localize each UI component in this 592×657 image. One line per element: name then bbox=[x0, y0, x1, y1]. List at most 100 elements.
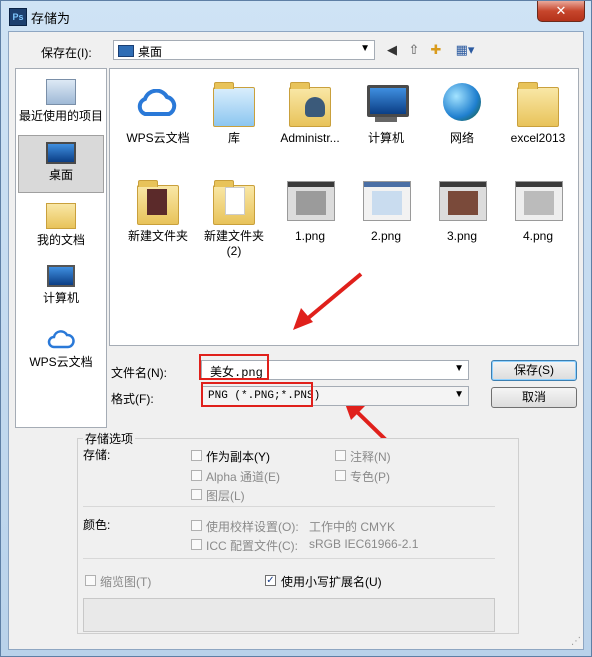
new-folder-icon[interactable]: ✚ bbox=[427, 41, 445, 59]
lowercase-ext-checkbox[interactable]: ✓ bbox=[265, 575, 276, 586]
file-name: 3.png bbox=[446, 229, 478, 243]
annotations-label: 注释(N) bbox=[350, 450, 391, 464]
close-button[interactable]: ✕ bbox=[537, 1, 585, 22]
folder-icon bbox=[209, 179, 259, 225]
wps-cloud-icon bbox=[133, 81, 183, 127]
dialog-body: 保存在(I): 桌面 ▼ ◀ ⇧ ✚ ▦▾ 最近使用的项目 桌面 我的文档 计算… bbox=[8, 31, 584, 650]
file-item[interactable]: WPS云文档 bbox=[120, 75, 196, 165]
wps-cloud-icon bbox=[47, 327, 75, 351]
desktop-icon bbox=[118, 45, 134, 57]
spot-label: 专色(P) bbox=[350, 470, 390, 484]
place-desktop[interactable]: 桌面 bbox=[18, 135, 104, 193]
computer-icon bbox=[361, 81, 411, 127]
file-name: 1.png bbox=[294, 229, 326, 243]
place-recent[interactable]: 最近使用的项目 bbox=[18, 73, 104, 131]
file-item[interactable]: 网络 bbox=[424, 75, 500, 165]
library-icon bbox=[209, 81, 259, 127]
format-label: 格式(F): bbox=[111, 392, 154, 406]
place-label: 我的文档 bbox=[36, 233, 85, 247]
save-as-dialog: Ps 存储为 ✕ 保存在(I): 桌面 ▼ ◀ ⇧ ✚ ▦▾ 最近使用的项目 桌… bbox=[0, 0, 592, 657]
file-name: 新建文件夹 (2) bbox=[203, 229, 264, 258]
png-thumbnail-icon bbox=[285, 179, 335, 225]
layers-label: 图层(L) bbox=[206, 489, 245, 503]
lowercase-ext-label: 使用小写扩展名(U) bbox=[281, 575, 382, 589]
back-icon[interactable]: ◀ bbox=[383, 41, 401, 59]
alpha-label: Alpha 通道(E) bbox=[206, 470, 281, 484]
dialog-title: 存储为 bbox=[31, 11, 71, 26]
folder-icon bbox=[513, 81, 563, 127]
save-options-title: 存储选项 bbox=[83, 430, 136, 447]
thumbnail-label: 缩览图(T) bbox=[100, 575, 152, 589]
up-folder-icon[interactable]: ⇧ bbox=[405, 41, 423, 59]
chevron-down-icon: ▼ bbox=[454, 389, 464, 400]
icc-checkbox[interactable] bbox=[191, 539, 202, 550]
thumbnail-checkbox[interactable] bbox=[85, 575, 96, 586]
place-label: WPS云文档 bbox=[29, 355, 93, 369]
divider bbox=[83, 506, 495, 507]
resize-grip-icon[interactable]: ⋰ bbox=[571, 636, 581, 647]
place-label: 最近使用的项目 bbox=[18, 109, 103, 123]
place-label: 桌面 bbox=[48, 168, 73, 182]
spot-checkbox[interactable] bbox=[335, 470, 346, 481]
cancel-button[interactable]: 取消 bbox=[491, 387, 577, 408]
png-thumbnail-icon bbox=[361, 179, 411, 225]
file-item[interactable]: 计算机 bbox=[348, 75, 424, 165]
view-menu-icon[interactable]: ▦▾ bbox=[451, 41, 479, 59]
file-item[interactable]: 新建文件夹 (2) bbox=[196, 173, 272, 263]
save-label: 存储: bbox=[83, 448, 111, 462]
documents-icon bbox=[46, 203, 76, 229]
save-button[interactable]: 保存(S) bbox=[491, 360, 577, 381]
place-computer[interactable]: 计算机 bbox=[18, 259, 104, 317]
chevron-down-icon[interactable]: ▼ bbox=[454, 363, 464, 374]
recent-icon bbox=[46, 79, 76, 105]
user-folder-icon bbox=[285, 81, 335, 127]
file-name: excel2013 bbox=[510, 131, 566, 145]
png-thumbnail-icon bbox=[437, 179, 487, 225]
png-thumbnail-icon bbox=[513, 179, 563, 225]
proof-label: 使用校样设置(O): bbox=[206, 520, 299, 534]
file-name: 2.png bbox=[370, 229, 402, 243]
save-in-dropdown[interactable]: 桌面 ▼ bbox=[113, 40, 375, 60]
alpha-checkbox[interactable] bbox=[191, 470, 202, 481]
file-item[interactable]: 新建文件夹 bbox=[120, 173, 196, 263]
file-name: 计算机 bbox=[367, 131, 404, 145]
place-documents[interactable]: 我的文档 bbox=[18, 197, 104, 255]
places-bar: 最近使用的项目 桌面 我的文档 计算机 WPS云文档 bbox=[15, 68, 107, 428]
proof-checkbox[interactable] bbox=[191, 520, 202, 531]
title-bar[interactable]: Ps 存储为 ✕ bbox=[1, 1, 591, 31]
as-copy-checkbox[interactable] bbox=[191, 450, 202, 461]
computer-icon bbox=[47, 265, 75, 287]
chevron-down-icon: ▼ bbox=[360, 43, 370, 54]
file-name: WPS云文档 bbox=[126, 131, 190, 145]
place-wps-cloud[interactable]: WPS云文档 bbox=[18, 321, 104, 379]
file-item[interactable]: 1.png bbox=[272, 173, 348, 263]
proof-value: 工作中的 CMYK bbox=[309, 520, 396, 534]
file-item[interactable]: excel2013 bbox=[500, 75, 576, 165]
file-name: 新建文件夹 bbox=[127, 229, 188, 243]
photoshop-icon: Ps bbox=[9, 8, 27, 26]
desktop-icon bbox=[46, 142, 76, 164]
file-name: 4.png bbox=[522, 229, 554, 243]
layers-checkbox[interactable] bbox=[191, 489, 202, 500]
file-name: 网络 bbox=[449, 131, 474, 145]
file-item[interactable]: 3.png bbox=[424, 173, 500, 263]
red-arrow-annotation bbox=[293, 272, 363, 330]
file-item[interactable]: 4.png bbox=[500, 173, 576, 263]
save-in-label: 保存在(I): bbox=[41, 46, 92, 60]
divider bbox=[83, 558, 495, 559]
place-label: 计算机 bbox=[42, 291, 79, 305]
file-item[interactable]: 库 bbox=[196, 75, 272, 165]
icc-label: ICC 配置文件(C): bbox=[206, 539, 298, 553]
color-label: 颜色: bbox=[83, 518, 111, 532]
network-icon bbox=[437, 81, 487, 127]
as-copy-label: 作为副本(Y) bbox=[206, 450, 270, 464]
file-name: 库 bbox=[227, 131, 240, 145]
highlight-box bbox=[201, 382, 313, 407]
icc-value: sRGB IEC61966-2.1 bbox=[309, 537, 419, 551]
file-name: Administr... bbox=[280, 131, 340, 145]
filename-label: 文件名(N): bbox=[111, 366, 167, 380]
annotations-checkbox[interactable] bbox=[335, 450, 346, 461]
file-item[interactable]: Administr... bbox=[272, 75, 348, 165]
folder-icon bbox=[133, 179, 183, 225]
file-item[interactable]: 2.png bbox=[348, 173, 424, 263]
